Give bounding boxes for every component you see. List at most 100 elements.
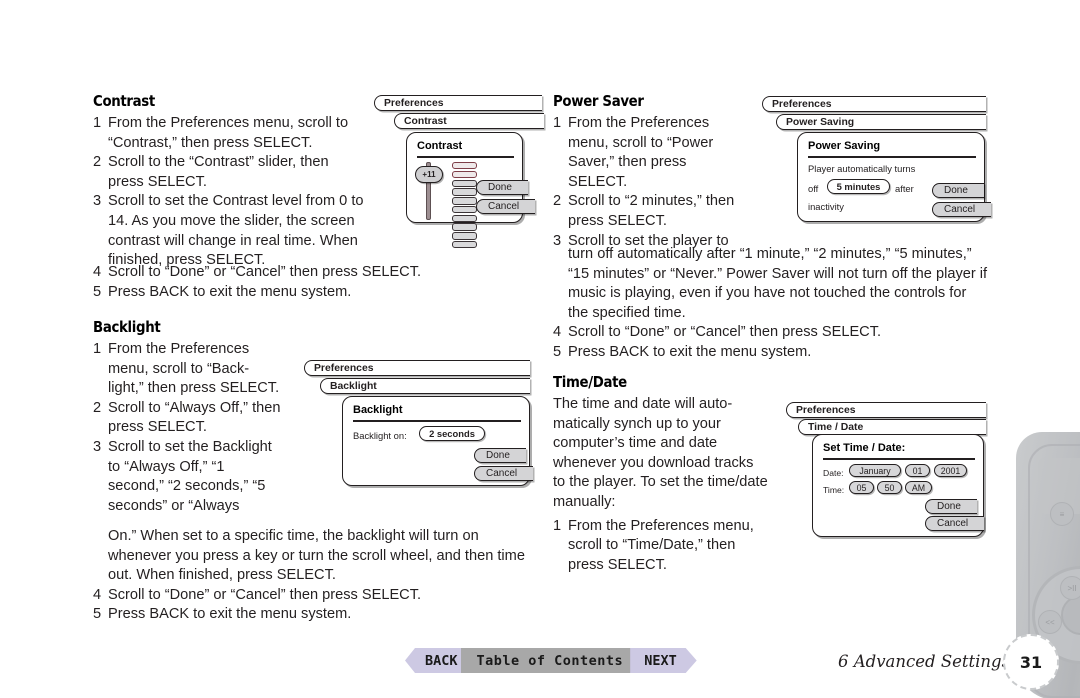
step-number: 2 <box>93 154 102 171</box>
step-text: Scroll to the “Contrast” slider, then pr… <box>108 154 329 190</box>
page-number-badge: 31 <box>1003 634 1059 690</box>
table-of-contents-button[interactable]: Table of Contents <box>461 648 642 673</box>
dialog-title: Set Time / Date: <box>823 442 906 454</box>
device-rewind-button: << <box>1038 610 1062 634</box>
breadcrumb-power-saving[interactable]: Power Saving <box>776 114 986 130</box>
date-label: Date: <box>823 468 844 478</box>
step-number: 1 <box>553 115 562 131</box>
done-button[interactable]: Done <box>474 448 526 463</box>
step-text: On.” When set to a specific time, the ba… <box>108 528 525 584</box>
section-time-date: Time/Date The time and date will auto-ma… <box>553 373 768 575</box>
dialog-title: Backlight <box>353 404 403 416</box>
list-item: 4 Scroll to “Done” or “Cancel” then press… <box>93 263 543 283</box>
time-hour-chip[interactable]: 05 <box>849 481 874 494</box>
step-text: Scroll to set the Contrast level from 0 … <box>108 193 364 269</box>
cancel-button[interactable]: Cancel <box>932 202 992 217</box>
step-number: 4 <box>93 586 102 603</box>
step-text: From the Preferences menu, scroll to “Co… <box>108 115 349 151</box>
device-menu-button: ≡ <box>1050 502 1074 526</box>
power-saving-line-3: inactivity <box>808 201 844 212</box>
time-date-steps: 1 From the Preferences menu, scroll to “T… <box>553 517 768 576</box>
list-item: 4 Scroll to “Done” or “Cancel” then press… <box>93 586 543 606</box>
date-month-chip[interactable]: January <box>849 464 901 477</box>
date-year-chip[interactable]: 2001 <box>934 464 967 477</box>
contrast-steps-wide: 4 Scroll to “Done” or “Cancel” then press… <box>93 263 543 302</box>
time-minute-chip[interactable]: 50 <box>877 481 902 494</box>
step-text: From the Preferences menu, scroll to “Ba… <box>108 341 280 397</box>
step-number: 1 <box>93 341 102 357</box>
step-text: Scroll to “2 minutes,” then press SELECT… <box>568 193 735 229</box>
power-saving-value-chip[interactable]: 5 minutes <box>827 179 890 194</box>
dialog-rule <box>823 458 975 460</box>
cancel-button[interactable]: Cancel <box>474 466 534 481</box>
step-text: Press BACK to exit the menu system. <box>108 606 352 623</box>
contrast-level-bars <box>452 162 477 249</box>
done-button[interactable]: Done <box>476 180 528 195</box>
step-text: Scroll to “Always Off,” then press SELEC… <box>108 399 281 436</box>
list-item: 1 From the Preferences menu, scroll to “T… <box>553 517 768 576</box>
list-item: 2 Scroll to “2 minutes,” then press SELEC… <box>553 192 743 231</box>
breadcrumb-backlight[interactable]: Backlight <box>320 378 530 394</box>
device-play-button: >II <box>1060 576 1080 600</box>
done-button[interactable]: Done <box>925 499 977 514</box>
list-item: turn off automatically after “1 minute,”… <box>553 245 988 323</box>
contrast-steps: 1 From the Preferences menu, scroll to “C… <box>93 114 368 271</box>
breadcrumb-contrast[interactable]: Contrast <box>394 113 544 129</box>
step-text: Scroll to “Done” or “Cancel” then press … <box>108 264 422 280</box>
backlight-value-chip[interactable]: 2 seconds <box>419 426 485 441</box>
step-number: 1 <box>93 115 102 131</box>
step-text: From the Preferences menu, scroll to “Ti… <box>568 517 754 573</box>
next-button[interactable]: NEXT <box>630 648 697 673</box>
list-item: 4 Scroll to “Done” or “Cancel” then press… <box>553 323 988 343</box>
step-number <box>553 245 568 323</box>
dialog-rule <box>808 156 976 158</box>
time-date-intro: The time and date will auto-matically sy… <box>553 396 768 510</box>
step-number <box>93 527 108 586</box>
list-item: 5 Press BACK to exit the menu system. <box>553 343 988 363</box>
step-text: Press BACK to exit the menu system. <box>108 283 352 300</box>
dialog-title: Contrast <box>417 140 463 152</box>
backlight-steps: 1 From the Preferences menu, scroll to “B… <box>93 340 283 516</box>
step-text: Scroll to set the Backlight to “Always O… <box>108 438 272 514</box>
time-ampm-chip[interactable]: AM <box>905 481 932 494</box>
time-date-heading: Time/Date <box>553 373 627 391</box>
list-item: 1 From the Preferences menu, scroll to “B… <box>93 340 283 399</box>
dialog-rule <box>417 156 514 158</box>
step-text: Scroll to “Done” or “Cancel” then press … <box>568 324 882 341</box>
cancel-button[interactable]: Cancel <box>476 199 536 214</box>
breadcrumb-preferences[interactable]: Preferences <box>786 402 986 418</box>
contrast-slider-knob[interactable]: +11 <box>415 166 443 183</box>
breadcrumb-preferences[interactable]: Preferences <box>304 360 530 376</box>
list-item: On.” When set to a specific time, the ba… <box>93 527 543 586</box>
step-text: From the Preferences menu, scroll to “Po… <box>568 115 714 190</box>
breadcrumb-preferences[interactable]: Preferences <box>762 96 986 112</box>
step-number: 4 <box>553 324 562 341</box>
date-day-chip[interactable]: 01 <box>905 464 930 477</box>
list-item: 5 Press BACK to exit the menu system. <box>93 605 543 625</box>
backlight-heading: Backlight <box>93 318 161 336</box>
manual-page: ≡ >II << >> Contrast 1From the Preferenc… <box>0 0 1080 698</box>
list-item: 3 Scroll to set the Backlight to “Always … <box>93 438 283 516</box>
breadcrumb-preferences[interactable]: Preferences <box>374 95 542 111</box>
step-text: turn off automatically after “1 minute,”… <box>568 246 988 321</box>
step-number: 2 <box>553 193 562 210</box>
breadcrumb-time-date[interactable]: Time / Date <box>798 419 986 435</box>
done-button[interactable]: Done <box>932 183 984 198</box>
power-saver-steps: 1 From the Preferences menu, scroll to “P… <box>553 114 743 251</box>
step-number: 5 <box>93 283 102 300</box>
list-item: 5 Press BACK to exit the menu system. <box>93 283 543 303</box>
cancel-button[interactable]: Cancel <box>925 516 985 531</box>
list-item: 1 From the Preferences menu, scroll to “C… <box>93 114 368 153</box>
power-saving-line-2-prefix: off <box>808 183 819 194</box>
step-text: Press BACK to exit the menu system. <box>568 343 812 360</box>
dialog-title: Power Saving <box>808 140 881 152</box>
page-navigation: BACK Table of Contents NEXT <box>405 648 697 673</box>
list-item: 2 Scroll to “Always Off,” then press SELE… <box>93 399 283 438</box>
time-label: Time: <box>823 485 845 495</box>
step-number: 5 <box>553 343 562 360</box>
list-item: 2 Scroll to the “Contrast” slider, then p… <box>93 153 368 192</box>
step-text: Scroll to “Done” or “Cancel” then press … <box>108 586 422 603</box>
dialog-rule <box>353 420 521 422</box>
power-saving-line-1: Player automatically turns <box>808 163 916 174</box>
section-contrast: Contrast 1 From the Preferences menu, scr… <box>93 92 368 271</box>
